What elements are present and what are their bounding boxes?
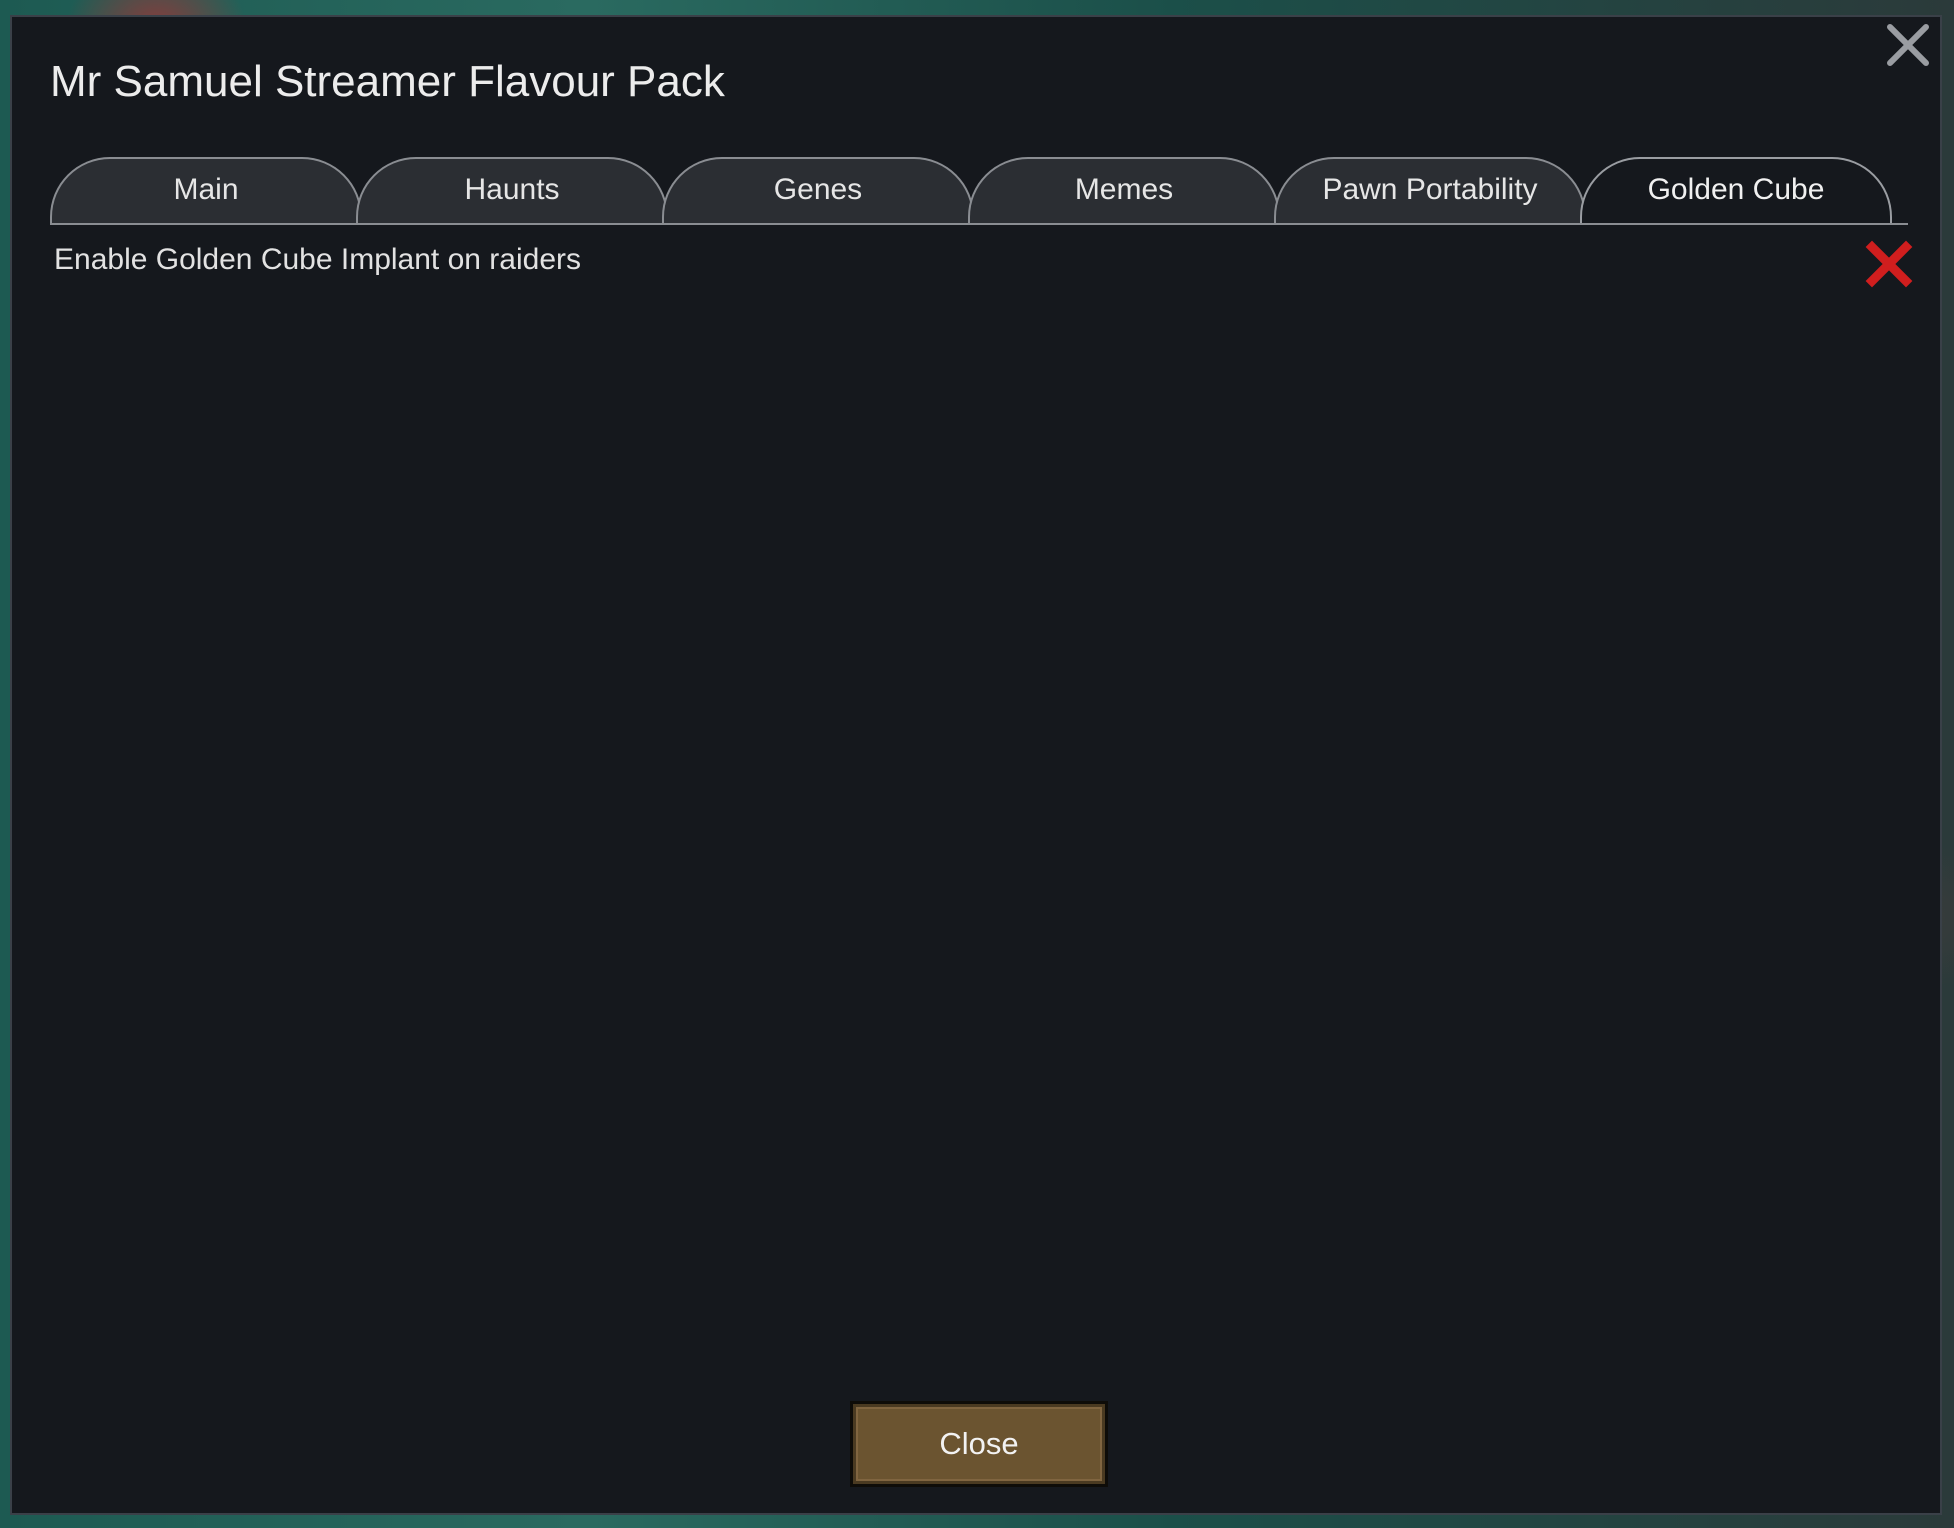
tab-genes[interactable]: Genes: [662, 157, 974, 223]
tab-divider: [50, 223, 1908, 225]
tab-haunts[interactable]: Haunts: [356, 157, 668, 223]
close-x-icon[interactable]: [1882, 19, 1934, 71]
tab-golden-cube[interactable]: Golden Cube: [1580, 157, 1892, 223]
close-button[interactable]: Close: [850, 1401, 1108, 1487]
dialog-title: Mr Samuel Streamer Flavour Pack: [50, 57, 725, 106]
setting-row-golden-cube-implant[interactable]: Enable Golden Cube Implant on raiders: [52, 235, 1914, 293]
red-x-icon[interactable]: [1864, 239, 1914, 289]
tab-main[interactable]: Main: [50, 157, 362, 223]
tab-bar: Main Haunts Genes Memes Pawn Portability…: [50, 143, 1908, 225]
mod-settings-dialog: Mr Samuel Streamer Flavour Pack Main Hau…: [10, 15, 1942, 1515]
tab-memes[interactable]: Memes: [968, 157, 1280, 223]
setting-label: Enable Golden Cube Implant on raiders: [54, 243, 581, 276]
tab-pawn-portability[interactable]: Pawn Portability: [1274, 157, 1586, 223]
